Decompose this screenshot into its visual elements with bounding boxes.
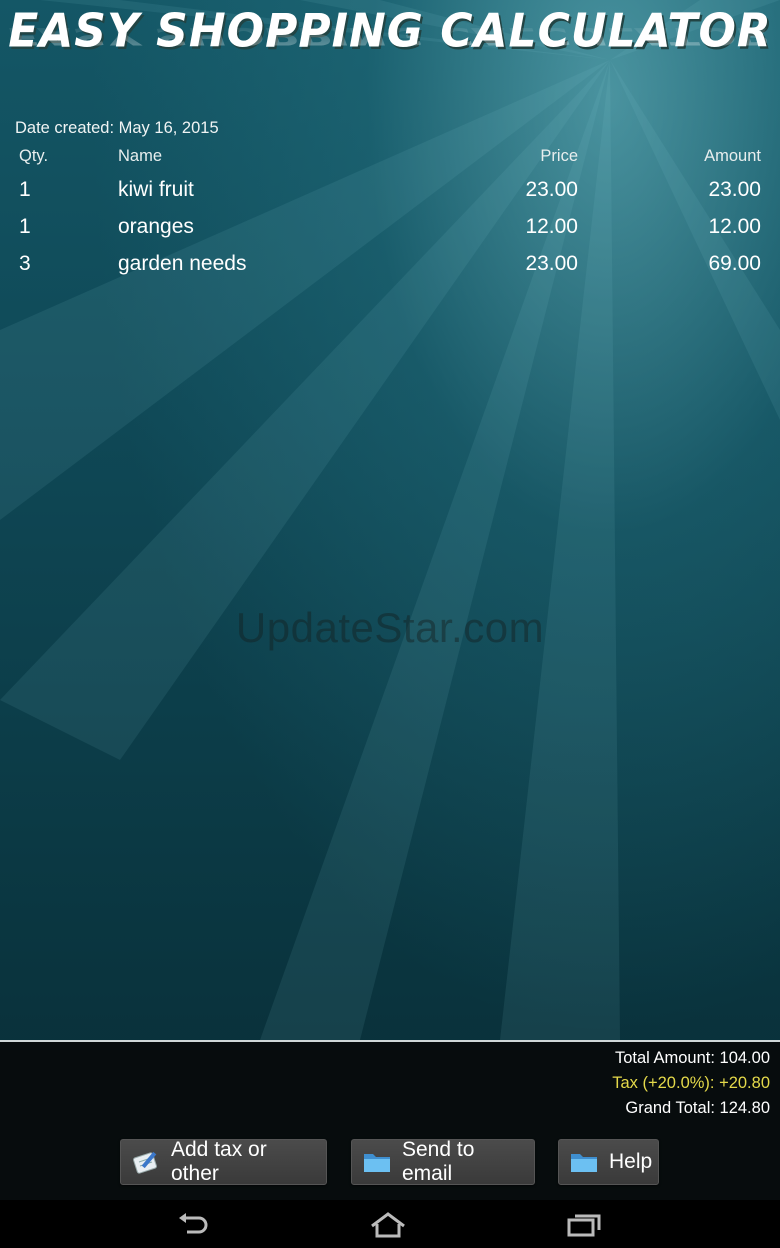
home-icon[interactable] (368, 1210, 408, 1238)
row-name: oranges (118, 215, 194, 238)
send-email-button[interactable]: Send to email (351, 1138, 535, 1185)
grand-total: Grand Total: 124.80 (625, 1099, 770, 1117)
send-email-label: Send to email (402, 1138, 475, 1185)
row-amount: 23.00 (708, 178, 761, 201)
row-qty: 1 (19, 178, 31, 201)
date-created: Date created: May 16, 2015 (15, 119, 219, 137)
row-qty: 3 (19, 252, 31, 275)
total-amount: Total Amount: 104.00 (614, 1049, 770, 1067)
folder-icon (569, 1149, 599, 1175)
row-amount: 69.00 (708, 252, 761, 275)
help-label: Help (609, 1150, 653, 1173)
row-name: garden needs (118, 252, 247, 275)
app-title-reflection: EASY SHOPPING CALCULATOR (8, 21, 772, 50)
row-price: 23.00 (525, 252, 578, 275)
row-price: 12.00 (525, 215, 578, 238)
back-icon[interactable] (173, 1210, 213, 1238)
watermark: UpdateStar.com (235, 604, 545, 651)
table-row[interactable]: 3 garden needs 23.00 69.00 (0, 252, 780, 288)
header-amount: Amount (704, 147, 761, 165)
header-qty: Qty. (19, 147, 49, 165)
row-price: 23.00 (525, 178, 578, 201)
row-amount: 12.00 (708, 215, 761, 238)
row-name: kiwi fruit (118, 178, 194, 201)
table-row[interactable]: 1 oranges 12.00 12.00 (0, 215, 780, 251)
notepad-pencil-icon (131, 1149, 161, 1175)
help-button[interactable]: Help (558, 1139, 659, 1185)
add-tax-button[interactable]: Add tax or other (120, 1138, 327, 1185)
header-price: Price (540, 147, 578, 165)
system-nav-bar (0, 1200, 780, 1248)
folder-icon (362, 1149, 392, 1175)
recent-apps-icon[interactable] (563, 1210, 603, 1238)
table-row[interactable]: 1 kiwi fruit 23.00 23.00 (0, 178, 780, 214)
add-tax-label: Add tax or other (171, 1138, 267, 1185)
row-qty: 1 (19, 215, 31, 238)
header-name: Name (118, 147, 163, 165)
tax-amount: Tax (+20.0%): +20.80 (612, 1074, 770, 1092)
